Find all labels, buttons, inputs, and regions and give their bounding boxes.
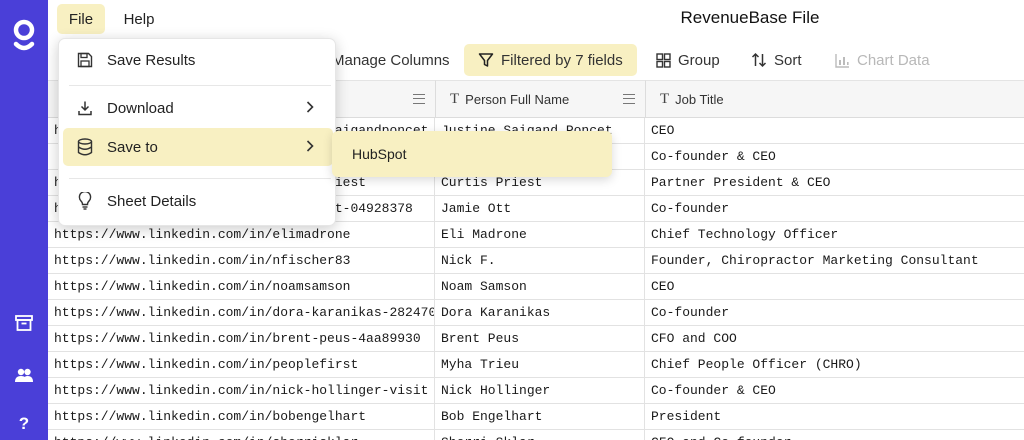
chart-icon <box>835 53 849 68</box>
cell-linkedin-url[interactable]: https://www.linkedin.com/in/nick-holling… <box>48 378 435 404</box>
group-label: Group <box>678 51 720 69</box>
chevron-right-icon <box>306 140 314 152</box>
cell-linkedin-url[interactable]: https://www.linkedin.com/in/dora-karanik… <box>48 300 435 326</box>
cell-job-title[interactable]: CFO and Co-founder <box>645 430 1024 440</box>
table-row[interactable]: https://www.linkedin.com/in/dora-karanik… <box>48 300 1024 326</box>
cell-job-title[interactable]: Chief People Officer (CHRO) <box>645 352 1024 378</box>
cell-job-title[interactable]: Chief Technology Officer <box>645 222 1024 248</box>
cell-linkedin-url[interactable]: https://www.linkedin.com/in/sherrisklar <box>48 430 435 440</box>
database-icon <box>75 137 95 157</box>
menu-item-save-results[interactable]: Save Results <box>63 41 333 79</box>
left-rail: ? <box>0 0 48 440</box>
cell-person-name[interactable]: Brent Peus <box>435 326 645 352</box>
cell-job-title[interactable]: Co-founder & CEO <box>645 378 1024 404</box>
menu-file[interactable]: File <box>57 4 105 34</box>
menu-item-label: Download <box>107 99 174 117</box>
group-button[interactable]: Group <box>656 44 720 76</box>
cell-linkedin-url[interactable]: https://www.linkedin.com/in/peoplefirst <box>48 352 435 378</box>
menu-divider <box>69 85 331 86</box>
table-row[interactable]: https://www.linkedin.com/in/peoplefirst M… <box>48 352 1024 378</box>
menu-divider <box>69 178 331 179</box>
cell-person-name[interactable]: Myha Trieu <box>435 352 645 378</box>
submenu-item-label: HubSpot <box>352 146 407 162</box>
table-row[interactable]: https://www.linkedin.com/in/sherrisklarS… <box>48 430 1024 440</box>
cell-person-name[interactable]: Jamie Ott <box>435 196 645 222</box>
table-row[interactable]: https://www.linkedin.com/in/nick-holling… <box>48 378 1024 404</box>
menu-item-label: Save Results <box>107 51 196 69</box>
download-icon <box>75 98 95 118</box>
cell-job-title[interactable]: CFO and COO <box>645 326 1024 352</box>
cell-job-title[interactable]: Co-founder <box>645 300 1024 326</box>
menu-item-sheet-details[interactable]: Sheet Details <box>63 182 333 220</box>
cell-person-name[interactable]: Nick Hollinger <box>435 378 645 404</box>
help-icon[interactable]: ? <box>12 412 36 436</box>
menu-item-save-to[interactable]: Save to <box>63 128 333 166</box>
menu-help[interactable]: Help <box>115 4 163 34</box>
submenu-item-hubspot[interactable]: HubSpot <box>332 131 612 177</box>
text-type-icon: T <box>660 90 670 107</box>
users-icon[interactable] <box>12 363 36 387</box>
column-header-job-title[interactable]: T Job Title <box>645 80 1024 118</box>
column-menu-icon[interactable] <box>623 94 635 104</box>
cell-person-name[interactable]: Sherri Sklar <box>435 430 645 440</box>
column-header-label: Person Full Name <box>465 91 570 107</box>
app-logo-icon[interactable] <box>11 16 37 56</box>
grid-icon <box>656 52 671 68</box>
table-row[interactable]: https://www.linkedin.com/in/brent-peus-4… <box>48 326 1024 352</box>
cell-job-title[interactable]: Partner President & CEO <box>645 170 1024 196</box>
menu-item-download[interactable]: Download <box>63 89 333 127</box>
filter-icon <box>478 53 494 67</box>
manage-columns-label: Manage Columns <box>332 51 450 69</box>
cell-person-name[interactable]: Noam Samson <box>435 274 645 300</box>
cell-linkedin-url[interactable]: https://www.linkedin.com/in/brent-peus-4… <box>48 326 435 352</box>
column-header-label: Job Title <box>675 91 724 107</box>
archive-icon[interactable] <box>12 311 36 335</box>
cell-linkedin-url[interactable]: https://www.linkedin.com/in/noamsamson <box>48 274 435 300</box>
document-title: RevenueBase File <box>680 8 820 27</box>
cell-person-name[interactable]: Eli Madrone <box>435 222 645 248</box>
column-menu-icon[interactable] <box>413 94 425 104</box>
filter-label: Filtered by 7 fields <box>501 51 623 69</box>
text-type-icon: T <box>450 90 460 107</box>
cell-job-title[interactable]: President <box>645 404 1024 430</box>
cell-job-title[interactable]: Founder, Chiropractor Marketing Consulta… <box>645 248 1024 274</box>
cell-person-name[interactable]: Bob Engelhart <box>435 404 645 430</box>
lightbulb-icon <box>75 191 95 211</box>
cell-job-title[interactable]: Co-founder <box>645 196 1024 222</box>
cell-job-title[interactable]: CEO <box>645 118 1024 144</box>
cell-job-title[interactable]: Co-founder & CEO <box>645 144 1024 170</box>
chart-data-button[interactable]: Chart Data <box>835 44 930 76</box>
cell-person-name[interactable]: Dora Karanikas <box>435 300 645 326</box>
table-row[interactable]: https://www.linkedin.com/in/nfischer83 Ni… <box>48 248 1024 274</box>
manage-columns-button[interactable]: Manage Columns <box>332 44 450 76</box>
chevron-right-icon <box>306 101 314 113</box>
filter-button[interactable]: Filtered by 7 fields <box>464 44 637 76</box>
cell-linkedin-url[interactable]: https://www.linkedin.com/in/nfischer83 <box>48 248 435 274</box>
sort-icon <box>751 52 767 68</box>
sort-button[interactable]: Sort <box>751 44 802 76</box>
table-row[interactable]: https://www.linkedin.com/in/bobengelhart… <box>48 404 1024 430</box>
sort-label: Sort <box>774 51 802 69</box>
cell-job-title[interactable]: CEO <box>645 274 1024 300</box>
file-menu-dropdown: Save Results Download Save to Sheet Deta… <box>58 38 336 226</box>
menu-item-label: Sheet Details <box>107 192 197 210</box>
chart-data-label: Chart Data <box>857 51 930 69</box>
floppy-disk-icon <box>75 50 95 70</box>
menu-item-label: Save to <box>107 138 158 156</box>
cell-linkedin-url[interactable]: https://www.linkedin.com/in/bobengelhart <box>48 404 435 430</box>
column-header-person-full-name[interactable]: T Person Full Name <box>435 80 645 118</box>
table-row[interactable]: https://www.linkedin.com/in/noamsamson No… <box>48 274 1024 300</box>
cell-person-name[interactable]: Nick F. <box>435 248 645 274</box>
